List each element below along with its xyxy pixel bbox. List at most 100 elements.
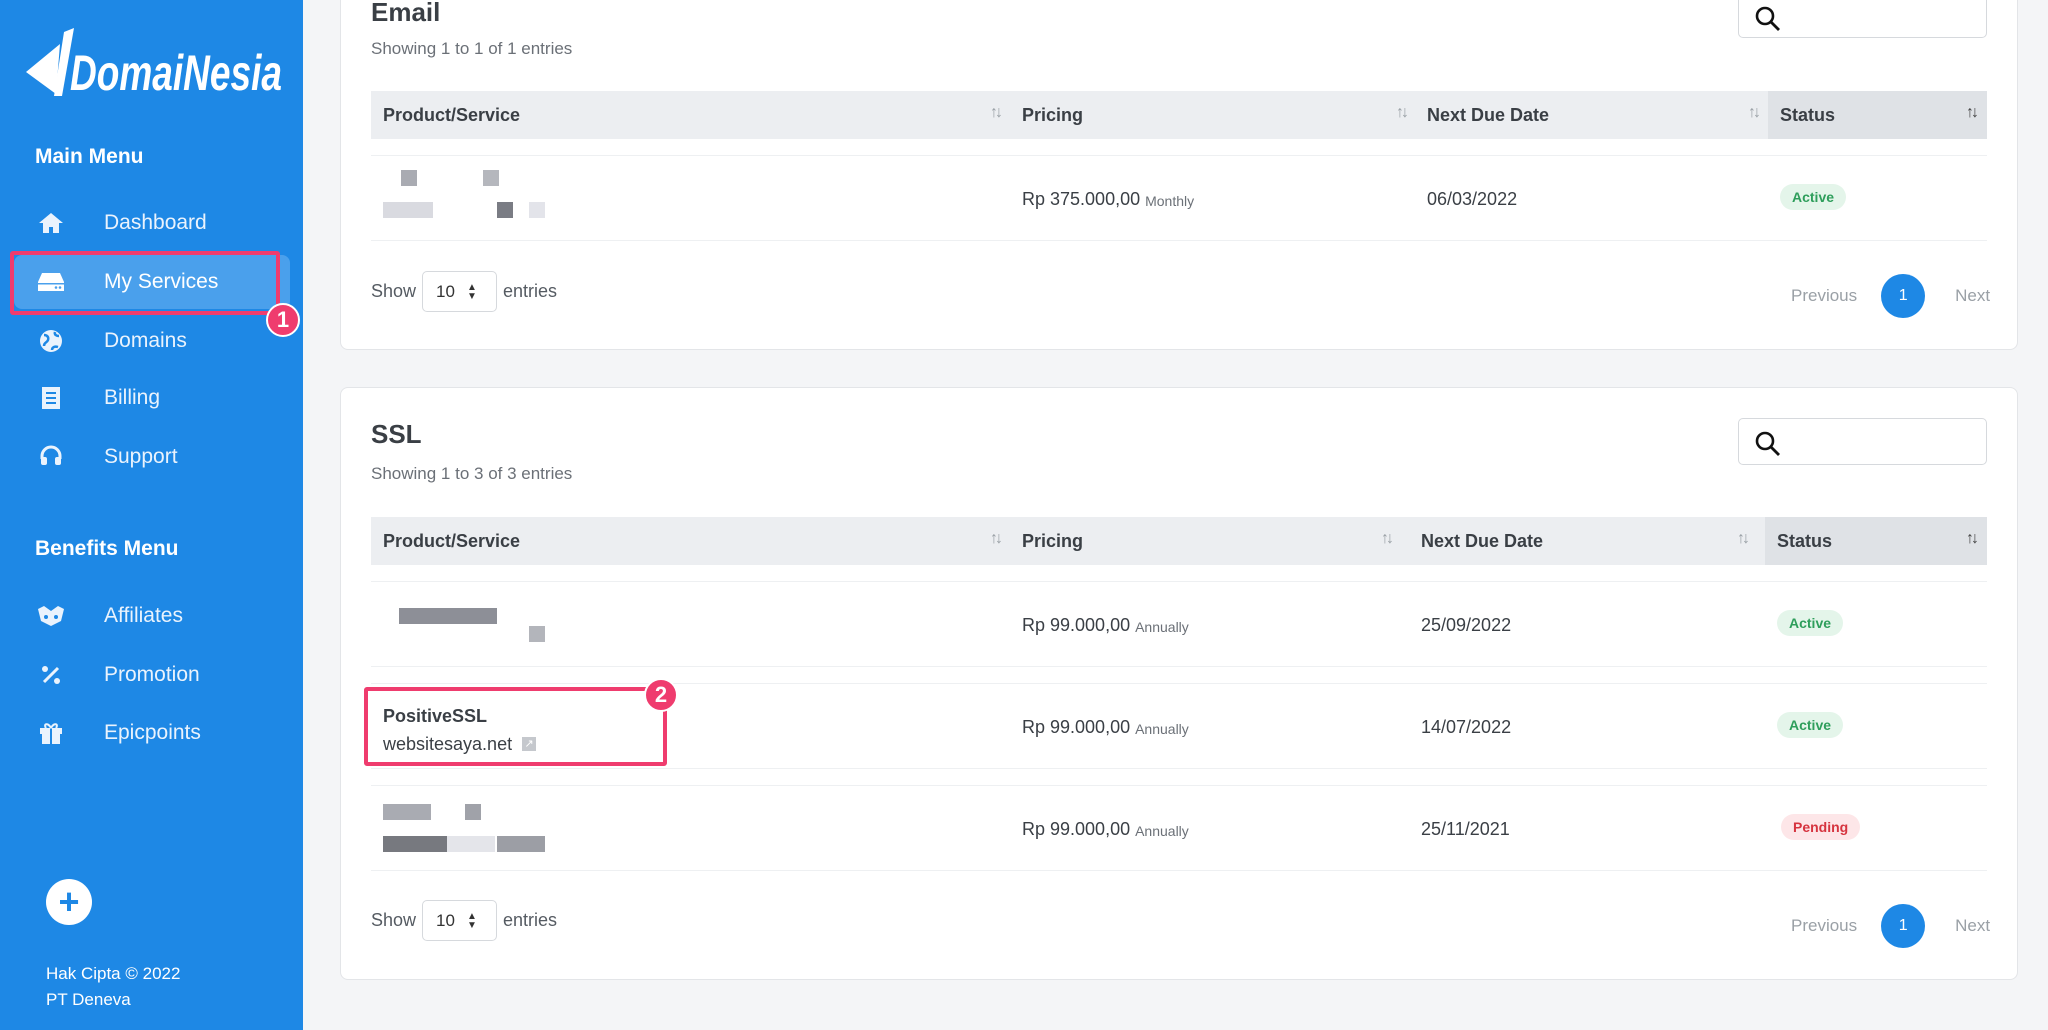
table-row[interactable]: Rp 375.000,00 Monthly 06/03/2022 Active — [371, 155, 1987, 241]
sort-icon[interactable]: ↑↓ — [990, 104, 1003, 122]
highlight-positivessl — [364, 687, 667, 766]
percent-icon — [36, 665, 66, 685]
column-status[interactable]: Status — [1780, 91, 1835, 139]
search-input[interactable] — [1738, 0, 1987, 38]
highlight-my-services — [10, 251, 280, 315]
benefits-menu-title: Benefits Menu — [35, 537, 179, 560]
redacted-text — [465, 804, 481, 820]
entries-select[interactable]: 10 ▲ ▼ — [422, 900, 498, 941]
show-label: Show — [371, 910, 417, 930]
price: Rp 99.000,00 — [1022, 614, 1131, 635]
search-icon — [1755, 431, 1780, 456]
entries-value: 10 — [436, 281, 455, 301]
billing-cycle: Monthly — [1145, 192, 1195, 209]
redacted-text — [383, 202, 433, 218]
redacted-text — [497, 202, 513, 218]
billing-cycle: Annually — [1135, 618, 1189, 635]
previous-button[interactable]: Previous — [1791, 286, 1857, 306]
column-product[interactable]: Product/Service — [383, 91, 520, 139]
redacted-text — [529, 626, 545, 642]
sidebar-item-dashboard[interactable]: Dashboard — [14, 196, 290, 250]
sort-icon[interactable]: ↑↓ — [1381, 530, 1394, 548]
entries-select[interactable]: 10 ▲ ▼ — [422, 271, 498, 312]
status-badge: Active — [1777, 712, 1844, 738]
domainesia-logo[interactable]: DomaiNesia — [26, 28, 286, 100]
redacted-text — [383, 836, 447, 852]
sidebar-item-label: Promotion — [104, 663, 200, 686]
billing-cycle: Annually — [1135, 720, 1189, 737]
due-date: 25/09/2022 — [1421, 614, 1512, 635]
sidebar-item-label: Domains — [104, 329, 187, 352]
sidebar-item-support[interactable]: Support — [14, 430, 290, 484]
status-badge: Active — [1777, 610, 1844, 636]
ssl-card: SSL Showing 1 to 3 of 3 entries Product/… — [340, 387, 2018, 980]
sidebar-item-label: Affiliates — [104, 604, 183, 627]
step-badge-1: 1 — [266, 303, 300, 337]
email-card: Email Showing 1 to 1 of 1 entries Produc… — [340, 0, 2018, 350]
status-badge: Pending — [1781, 814, 1861, 840]
receipt-icon — [36, 386, 66, 410]
sidebar-item-domains[interactable]: Domains — [14, 314, 290, 368]
sidebar-item-promotion[interactable]: Promotion — [14, 648, 290, 702]
redacted-text — [497, 836, 545, 852]
entries-label: entries — [503, 281, 558, 301]
handshake-icon — [36, 605, 66, 627]
sidebar-item-label: Support — [104, 445, 178, 468]
entries-info: Showing 1 to 3 of 3 entries — [371, 464, 573, 483]
redacted-text — [383, 804, 431, 820]
gift-icon — [36, 722, 66, 744]
redacted-text — [483, 170, 499, 186]
pagination: Previous 1 Next — [1791, 904, 1990, 948]
next-button[interactable]: Next — [1955, 916, 1990, 936]
table-row[interactable]: Rp 99.000,00 Annually 25/11/2021 Pending — [371, 785, 1987, 871]
sidebar-item-billing[interactable]: Billing — [14, 371, 290, 425]
pagination: Previous 1 Next — [1791, 274, 1990, 318]
plus-icon[interactable]: + — [46, 879, 92, 925]
price: Rp 375.000,00 — [1022, 188, 1141, 209]
sidebar-item-epicpoints[interactable]: Epicpoints — [14, 706, 290, 760]
svg-text:DomaiNesia: DomaiNesia — [70, 45, 282, 100]
page-1-button[interactable]: 1 — [1881, 274, 1926, 318]
sort-icon[interactable]: ↑↓ — [990, 530, 1003, 548]
column-pricing[interactable]: Pricing — [1022, 517, 1083, 565]
due-date: 25/11/2021 — [1421, 818, 1510, 839]
section-title: SSL — [371, 419, 422, 449]
sidebar: DomaiNesia Main Menu Dashboard My Servic… — [0, 0, 303, 1030]
price: Rp 99.000,00 — [1022, 818, 1131, 839]
sidebar-item-label: Dashboard — [104, 211, 207, 234]
table-row[interactable]: Rp 99.000,00 Annually 25/09/2022 Active — [371, 581, 1987, 667]
section-title: Email — [371, 0, 441, 27]
search-icon — [1755, 6, 1780, 31]
headset-icon — [36, 445, 66, 469]
column-due-date[interactable]: Next Due Date — [1427, 91, 1549, 139]
next-button[interactable]: Next — [1955, 286, 1990, 306]
sort-icon[interactable]: ↑↓ — [1396, 104, 1409, 122]
status-badge: Active — [1780, 184, 1847, 210]
table-header: Product/Service ↑↓ Pricing ↑↓ Next Due Dat… — [371, 517, 1987, 565]
company-name: PT Deneva — [46, 990, 131, 1009]
sort-icon[interactable]: ↑↓ — [1737, 530, 1750, 548]
table-header: Product/Service ↑↓ Pricing ↑↓ Next Due Dat… — [371, 91, 1987, 139]
search-input[interactable] — [1738, 418, 1987, 465]
redacted-text — [447, 836, 495, 852]
sidebar-item-label: Epicpoints — [104, 721, 201, 744]
sidebar-item-affiliates[interactable]: Affiliates — [14, 589, 290, 643]
globe-icon — [36, 329, 66, 353]
entries-label: entries — [503, 910, 558, 930]
page-1-button[interactable]: 1 — [1881, 904, 1926, 948]
column-pricing[interactable]: Pricing — [1022, 91, 1083, 139]
column-product[interactable]: Product/Service — [383, 517, 520, 565]
sort-icon[interactable]: ↑↓ — [1966, 104, 1979, 122]
redacted-text — [399, 608, 497, 624]
sort-icon[interactable]: ↑↓ — [1966, 530, 1979, 548]
sort-icon[interactable]: ↑↓ — [1748, 104, 1761, 122]
redacted-text — [401, 170, 417, 186]
column-due-date[interactable]: Next Due Date — [1421, 517, 1543, 565]
copyright: Hak Cipta © 2022 — [46, 964, 181, 983]
column-status[interactable]: Status — [1777, 517, 1832, 565]
previous-button[interactable]: Previous — [1791, 916, 1857, 936]
entries-length: Show 10 ▲ ▼ entries — [371, 271, 557, 312]
sidebar-item-label: Billing — [104, 386, 161, 409]
due-date: 14/07/2022 — [1421, 716, 1512, 737]
select-arrows-icon: ▲ ▼ — [466, 910, 477, 931]
